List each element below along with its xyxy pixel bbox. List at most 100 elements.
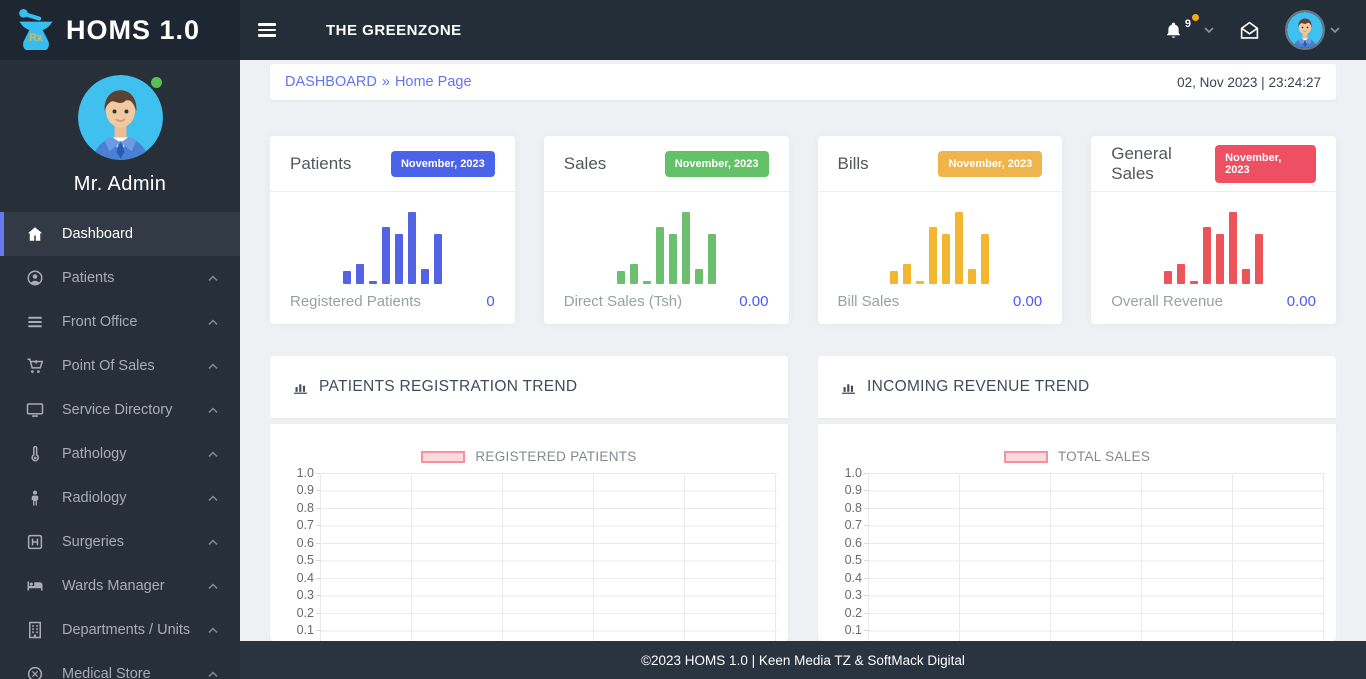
sparkline-bar: [408, 212, 416, 284]
chevron-up-icon: [208, 407, 218, 414]
breadcrumb-bar: DASHBOARD»Home Page 02, Nov 2023 | 23:24…: [270, 64, 1336, 100]
chevron-up-icon: [208, 319, 218, 326]
sidebar-item-wards-manager[interactable]: Wards Manager: [0, 564, 240, 608]
y-axis-tick: 0.9: [826, 483, 862, 498]
chart-card-header: PATIENTS REGISTRATION TREND: [270, 356, 788, 418]
avatar[interactable]: [78, 75, 163, 160]
month-badge: November, 2023: [665, 151, 769, 177]
notification-dot: [1192, 14, 1199, 21]
sidebar-toggle-button[interactable]: [258, 19, 278, 41]
metric-value[interactable]: 0.00: [739, 293, 768, 310]
sidebar-item-label: Wards Manager: [62, 578, 208, 594]
chart-plot-card: TOTAL SALES 1.00.90.80.70.60.50.40.30.20…: [818, 424, 1336, 641]
user-menu[interactable]: [1285, 10, 1340, 50]
metric-value[interactable]: 0: [486, 293, 494, 310]
y-axis-tick: 0.4: [278, 571, 314, 586]
y-axis-tick: 0.2: [826, 606, 862, 621]
sparkline-bar: [356, 264, 364, 284]
breadcrumb-section-link[interactable]: DASHBOARD: [285, 74, 377, 90]
hospital-icon: [25, 532, 45, 552]
month-badge: November, 2023: [391, 151, 495, 177]
stat-cards-row: Patients November, 2023 Registered Patie…: [270, 136, 1336, 324]
breadcrumb-separator: »: [382, 74, 390, 90]
sparkline-bar: [1242, 269, 1250, 284]
sparkline-bar: [669, 234, 677, 284]
sparkline-bar: [1216, 234, 1224, 284]
month-badge: November, 2023: [938, 151, 1042, 177]
chart-legend[interactable]: REGISTERED PATIENTS: [270, 449, 788, 464]
chart-legend[interactable]: TOTAL SALES: [818, 449, 1336, 464]
metric-label: Registered Patients: [290, 293, 421, 310]
desktop-icon: [25, 400, 45, 420]
sparkline-bar: [903, 264, 911, 284]
sparkline-bar: [695, 269, 703, 284]
sidebar-item-surgeries[interactable]: Surgeries: [0, 520, 240, 564]
metric-label: Bill Sales: [838, 293, 900, 310]
charts-row: PATIENTS REGISTRATION TREND REGISTERED P…: [270, 356, 1336, 641]
chart-panel-incoming-revenue-trend: INCOMING REVENUE TREND TOTAL SALES 1.00.…: [818, 356, 1336, 641]
metric-value[interactable]: 0.00: [1013, 293, 1042, 310]
stat-card-title: Bills: [838, 154, 869, 174]
legend-swatch: [1004, 451, 1048, 463]
plot-grid: [320, 473, 777, 641]
sidebar-item-medical-store[interactable]: Medical Store: [0, 652, 240, 679]
sidebar-item-front-office[interactable]: Front Office: [0, 300, 240, 344]
month-badge: November, 2023: [1215, 145, 1316, 183]
stat-card-header: Bills November, 2023: [818, 136, 1063, 192]
sparkline-bar: [1177, 264, 1185, 284]
sidebar-item-service-directory[interactable]: Service Directory: [0, 388, 240, 432]
y-axis-tick: 0.5: [826, 553, 862, 568]
stat-card-header: Sales November, 2023: [544, 136, 789, 192]
breadcrumb-current-page[interactable]: Home Page: [395, 74, 472, 90]
chart-panel-patients-registration-trend: PATIENTS REGISTRATION TREND REGISTERED P…: [270, 356, 788, 641]
sidebar-item-point-of-sales[interactable]: Point Of Sales: [0, 344, 240, 388]
stat-card-footer: Overall Revenue 0.00: [1091, 284, 1336, 310]
sidebar-item-label: Dashboard: [62, 226, 218, 242]
chevron-down-icon: [1204, 27, 1214, 33]
stat-card-footer: Direct Sales (Tsh) 0.00: [544, 284, 789, 310]
y-axis-tick: 0.2: [278, 606, 314, 621]
sparkline-chart: [818, 204, 1063, 284]
mortar-pestle-logo-icon: Rx: [16, 7, 56, 53]
y-axis-tick: 0.6: [278, 536, 314, 551]
svg-text:Rx: Rx: [29, 32, 43, 44]
chart-plot-card: REGISTERED PATIENTS 1.00.90.80.70.60.50.…: [270, 424, 788, 641]
legend-swatch: [421, 451, 465, 463]
sidebar-item-departments-units[interactable]: Departments / Units: [0, 608, 240, 652]
stat-card-footer: Registered Patients 0: [270, 284, 515, 310]
y-axis-tick: 0.1: [278, 623, 314, 638]
chevron-up-icon: [208, 495, 218, 502]
sidebar-item-pathology[interactable]: Pathology: [0, 432, 240, 476]
user-name: Mr. Admin: [0, 173, 240, 196]
bed-icon: [25, 576, 45, 596]
metric-value[interactable]: 0.00: [1287, 293, 1316, 310]
sidebar-item-dashboard[interactable]: Dashboard: [0, 212, 240, 256]
sidebar-item-patients[interactable]: Patients: [0, 256, 240, 300]
notification-count-badge: 9: [1185, 18, 1191, 30]
sidebar-item-label: Service Directory: [62, 402, 208, 418]
legend-label: REGISTERED PATIENTS: [475, 449, 636, 464]
y-axis-tick: 0.3: [826, 588, 862, 603]
chevron-up-icon: [208, 539, 218, 546]
sparkline-bar: [1229, 212, 1237, 284]
y-axis-tick: 0.9: [278, 483, 314, 498]
sidebar-item-radiology[interactable]: Radiology: [0, 476, 240, 520]
sparkline-bar: [955, 212, 963, 284]
y-axis-tick: 0.7: [826, 518, 862, 533]
notifications-menu[interactable]: 9: [1164, 20, 1214, 41]
messages-button[interactable]: [1238, 20, 1261, 41]
sidebar-item-label: Radiology: [62, 490, 208, 506]
chevron-up-icon: [208, 583, 218, 590]
app-brand[interactable]: Rx HOMS 1.0: [0, 0, 240, 60]
chevron-up-icon: [208, 275, 218, 282]
sparkline-bar: [942, 234, 950, 284]
sparkline-bar: [630, 264, 638, 284]
metric-label: Direct Sales (Tsh): [564, 293, 682, 310]
breadcrumb: DASHBOARD » Home Page: [285, 74, 472, 90]
cart-icon: [25, 356, 45, 376]
sidebar-item-label: Surgeries: [62, 534, 208, 550]
stat-card-header: General Sales November, 2023: [1091, 136, 1336, 192]
sparkline-bar: [434, 234, 442, 284]
chevron-up-icon: [208, 671, 218, 678]
page-footer: ©2023 HOMS 1.0 | Keen Media TZ & SoftMac…: [240, 641, 1366, 679]
